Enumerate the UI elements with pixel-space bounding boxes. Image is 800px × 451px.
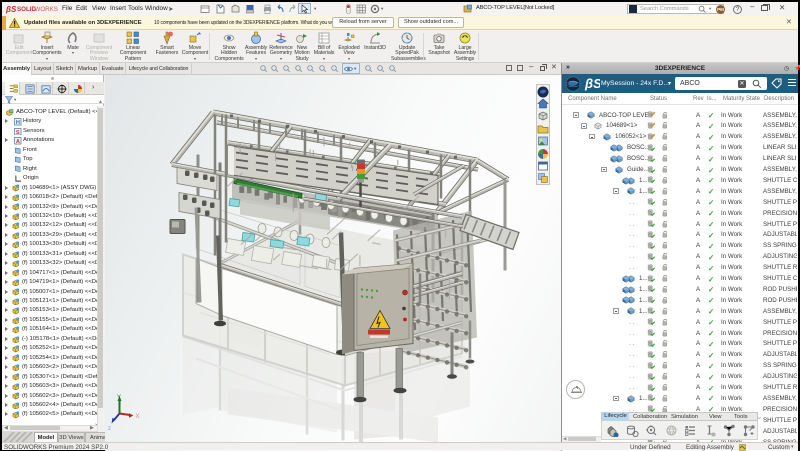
svg-text:X: X <box>136 414 140 420</box>
svg-text:βS: βS <box>5 5 17 14</box>
svg-text:S: S <box>16 130 20 136</box>
svg-text:z: z <box>108 426 111 432</box>
svg-text:H: H <box>16 120 20 126</box>
svg-text:Y: Y <box>117 395 121 401</box>
svg-text:WORKS: WORKS <box>35 6 58 13</box>
svg-text:βS: βS <box>584 76 600 91</box>
svg-text:A: A <box>16 139 20 145</box>
